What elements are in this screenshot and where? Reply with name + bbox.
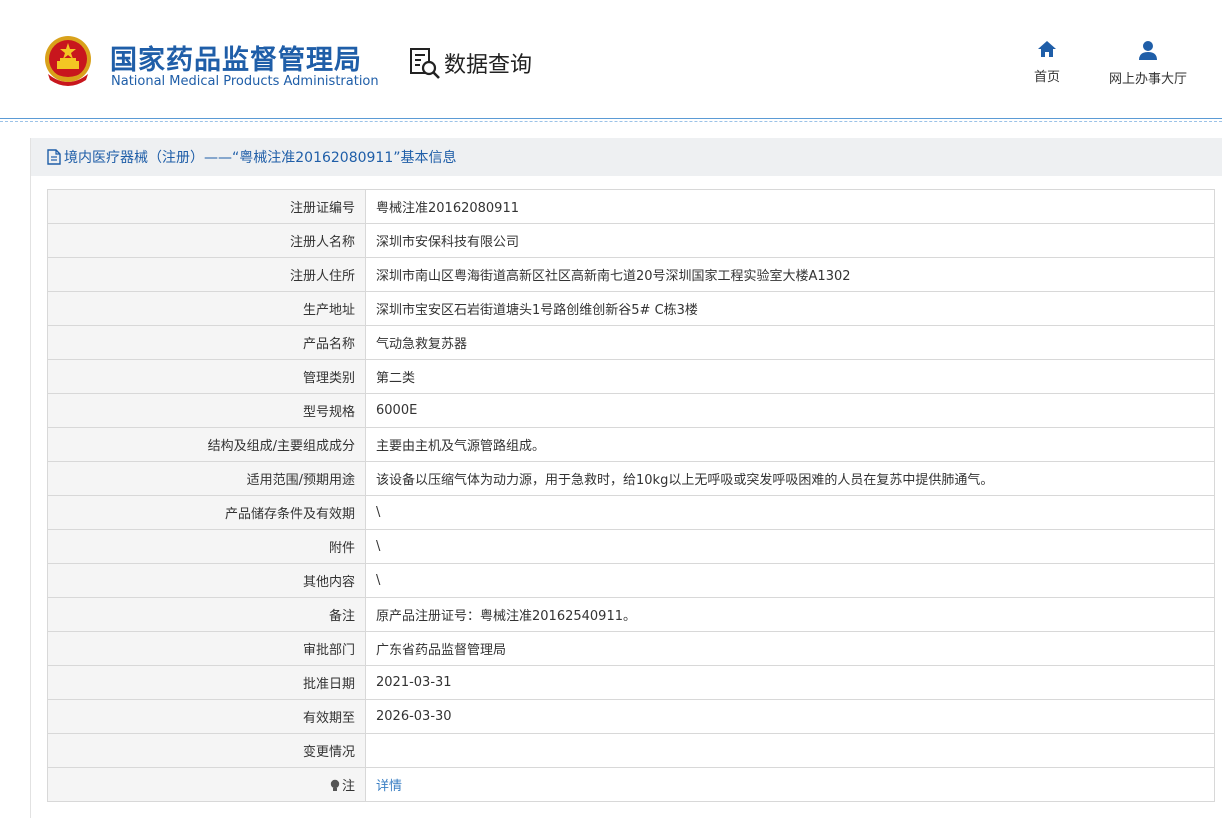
home-icon — [1038, 41, 1056, 57]
table-row: 有效期至 2026-03-30 — [47, 699, 1215, 734]
nav-home[interactable]: 首页 — [1027, 40, 1067, 85]
table-row: 审批部门 广东省药品监督管理局 — [47, 631, 1215, 666]
header-divider — [0, 118, 1222, 122]
search-document-icon — [410, 48, 440, 79]
row-label: 变更情况 — [47, 733, 366, 768]
user-icon — [1139, 41, 1157, 60]
table-row: 型号规格 6000E — [47, 393, 1215, 428]
data-query-title[interactable]: 数据查询 — [408, 46, 532, 80]
row-value: 深圳市安保科技有限公司 — [365, 223, 1215, 258]
info-panel: 境内医疗器械（注册）——“粤械注准20162080911”基本信息 注册证编号粤… — [30, 138, 1222, 818]
brand-title-en: National Medical Products Administration — [111, 74, 379, 89]
table-row: 管理类别 第二类 — [47, 359, 1215, 394]
row-value: 深圳市南山区粤海街道高新区社区高新南七道20号深圳国家工程实验室大楼A1302 — [365, 257, 1215, 292]
row-label: 有效期至 — [47, 699, 366, 734]
site-header: 国家药品监督管理局 National Medical Products Admi… — [0, 0, 1222, 120]
note-label-cell: 注 — [47, 767, 366, 802]
panel-title: 境内医疗器械（注册）——“粤械注准20162080911”基本信息 — [64, 150, 457, 166]
row-label: 适用范围/预期用途 — [47, 461, 366, 496]
row-value: 深圳市宝安区石岩街道塘头1号路创维创新谷5# C栋3楼 — [365, 291, 1215, 326]
row-label: 型号规格 — [47, 393, 366, 428]
row-value: 气动急救复苏器 — [365, 325, 1215, 360]
row-value: 2026-03-30 — [365, 699, 1215, 734]
table-row: 批准日期 2021-03-31 — [47, 665, 1215, 700]
table-row: 适用范围/预期用途 该设备以压缩气体为动力源，用于急救时，给10kg以上无呼吸或突… — [47, 461, 1215, 496]
row-value — [365, 733, 1215, 768]
nav-online-label: 网上办事大厅 — [1108, 72, 1187, 87]
row-value: \ — [365, 495, 1215, 530]
brand-title-cn: 国家药品监督管理局 — [110, 45, 362, 76]
table-row: 结构及组成/主要组成成分 主要由主机及气源管路组成。 — [47, 427, 1215, 462]
note-value-cell: 详情 — [365, 767, 1215, 802]
row-label: 备注 — [47, 597, 366, 632]
row-label: 审批部门 — [47, 631, 366, 666]
row-value: 广东省药品监督管理局 — [365, 631, 1215, 666]
row-label: 结构及组成/主要组成成分 — [47, 427, 366, 462]
device-info-table: 注册证编号 粤械注准20162080911 注册人名称 深圳市安保科技有限公司 注册人住… — [47, 189, 1215, 802]
row-value: \ — [365, 563, 1215, 598]
row-value: 该设备以压缩气体为动力源，用于急救时，给10kg以上无呼吸或突发呼吸困难的人员在… — [365, 461, 1215, 496]
row-label: 注册人名称 — [47, 223, 366, 258]
row-label: 管理类别 — [47, 359, 366, 394]
note-label: 注 — [341, 779, 355, 794]
row-label: 产品储存条件及有效期 — [47, 495, 366, 530]
table-row-note: 注 详情 — [47, 767, 1215, 802]
row-value: 原产品注册证号：粤械注准20162540911。 — [365, 597, 1215, 632]
table-row: 其他内容 \ — [47, 563, 1215, 598]
row-label: 批准日期 — [47, 665, 366, 700]
row-label: 注册人住所 — [47, 257, 366, 292]
national-emblem-icon — [45, 36, 91, 86]
row-value: \ — [365, 529, 1215, 564]
row-value: 粤械注准20162080911 — [365, 189, 1215, 224]
row-value: 2021-03-31 — [365, 665, 1215, 700]
document-icon — [47, 149, 61, 165]
table-row: 产品名称 气动急救复苏器 — [47, 325, 1215, 360]
row-label: 生产地址 — [47, 291, 366, 326]
nav-home-label: 首页 — [1033, 70, 1060, 85]
row-value: 第二类 — [365, 359, 1215, 394]
table-row: 注册证编号 粤械注准20162080911 — [47, 189, 1215, 224]
panel-header: 境内医疗器械（注册）——“粤械注准20162080911”基本信息 — [31, 138, 1222, 176]
table-row: 生产地址 深圳市宝安区石岩街道塘头1号路创维创新谷5# C栋3楼 — [47, 291, 1215, 326]
table-row: 产品储存条件及有效期 \ — [47, 495, 1215, 530]
table-row: 注册人住所 深圳市南山区粤海街道高新区社区高新南七道20号深圳国家工程实验室大楼A… — [47, 257, 1215, 292]
lightbulb-icon — [330, 779, 340, 791]
row-label: 产品名称 — [47, 325, 366, 360]
detail-link[interactable]: 详情 — [376, 779, 402, 794]
row-label: 其他内容 — [47, 563, 366, 598]
table-row: 变更情况 — [47, 733, 1215, 768]
table-row: 附件 \ — [47, 529, 1215, 564]
table-row: 注册人名称 深圳市安保科技有限公司 — [47, 223, 1215, 258]
row-value: 6000E — [365, 393, 1215, 428]
data-query-label: 数据查询 — [444, 53, 533, 78]
row-label: 注册证编号 — [47, 189, 366, 224]
row-label: 附件 — [47, 529, 366, 564]
nav-online-service-hall[interactable]: 网上办事大厅 — [1100, 40, 1196, 87]
table-row: 备注 原产品注册证号：粤械注准20162540911。 — [47, 597, 1215, 632]
row-value: 主要由主机及气源管路组成。 — [365, 427, 1215, 462]
